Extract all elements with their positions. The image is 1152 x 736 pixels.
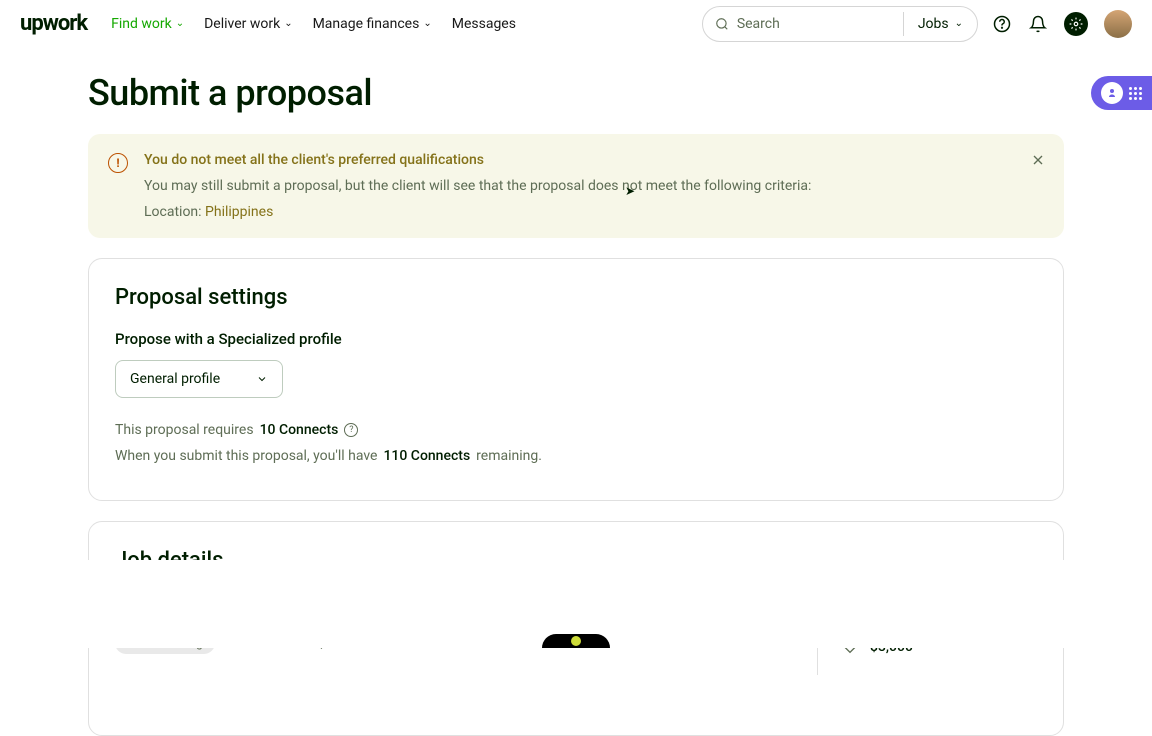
nav-messages[interactable]: Messages [452,16,516,32]
floating-pill-button[interactable] [542,634,610,648]
warning-icon: ! [108,153,128,173]
settings-button[interactable] [1064,12,1088,36]
nav-find-work[interactable]: Find work ⌄ [111,16,184,32]
chevron-down-icon: ⌄ [284,18,292,29]
page-title: Submit a proposal [88,72,1064,114]
connects-amount: 10 Connects [260,422,339,438]
nav-label: Deliver work [204,16,280,32]
avatar[interactable] [1104,10,1132,38]
section-title: Proposal settings [115,285,1037,310]
nav-label: Manage finances [313,16,420,32]
select-value: General profile [130,371,220,387]
nav-label: Messages [452,16,516,32]
text: When you submit this proposal, you'll ha… [115,448,377,464]
chevron-down-icon: ⌄ [955,18,963,29]
connects-remaining: When you submit this proposal, you'll ha… [115,448,1037,464]
search-input[interactable]: Search [703,16,903,32]
connects-required: This proposal requires 10 Connects ? [115,422,1037,438]
help-icon[interactable]: ? [344,423,358,437]
warning-banner: ! You do not meet all the client's prefe… [88,134,1064,238]
search-category[interactable]: Jobs ⌄ [904,16,977,32]
help-icon [993,15,1011,33]
nav: Find work ⌄ Deliver work ⌄ Manage financ… [111,16,702,32]
help-button[interactable] [992,14,1012,34]
chevron-down-icon [256,373,268,385]
notifications-button[interactable] [1028,14,1048,34]
chevron-down-icon: ⌄ [423,18,431,29]
close-button[interactable] [1030,152,1046,173]
nav-deliver-work[interactable]: Deliver work ⌄ [204,16,293,32]
gear-icon [1069,17,1083,31]
chevron-down-icon: ⌄ [176,18,184,29]
criteria-value: Philippines [205,204,273,220]
search-icon [715,17,729,31]
text: This proposal requires [115,422,254,438]
logo[interactable]: upwork [20,11,87,36]
search-container: Search Jobs ⌄ [702,6,978,42]
widget-icon [1101,82,1123,104]
profile-select[interactable]: General profile [115,360,283,398]
header-icons [992,10,1132,38]
close-icon [1030,152,1046,168]
widget-dots-icon [1129,87,1142,100]
remaining-amount: 110 Connects [383,448,470,464]
nav-manage-finances[interactable]: Manage finances ⌄ [313,16,432,32]
bell-icon [1029,15,1047,33]
search-category-label: Jobs [918,16,949,32]
pill-dot-icon [571,636,581,646]
warning-title: You do not meet all the client's preferr… [144,152,1044,168]
warning-body: You do not meet all the client's preferr… [144,152,1044,220]
criteria-label: Location: [144,204,202,220]
proposal-settings-card: Proposal settings Propose with a Special… [88,258,1064,501]
profile-field-label: Propose with a Specialized profile [115,330,1037,348]
warning-text: You may still submit a proposal, but the… [144,178,1044,194]
floating-widget[interactable] [1091,76,1152,110]
warning-criteria: Location: Philippines [144,204,1044,220]
text: remaining. [476,448,542,464]
header: upwork Find work ⌄ Deliver work ⌄ Manage… [0,0,1152,48]
nav-label: Find work [111,16,172,32]
search-placeholder: Search [737,16,780,32]
